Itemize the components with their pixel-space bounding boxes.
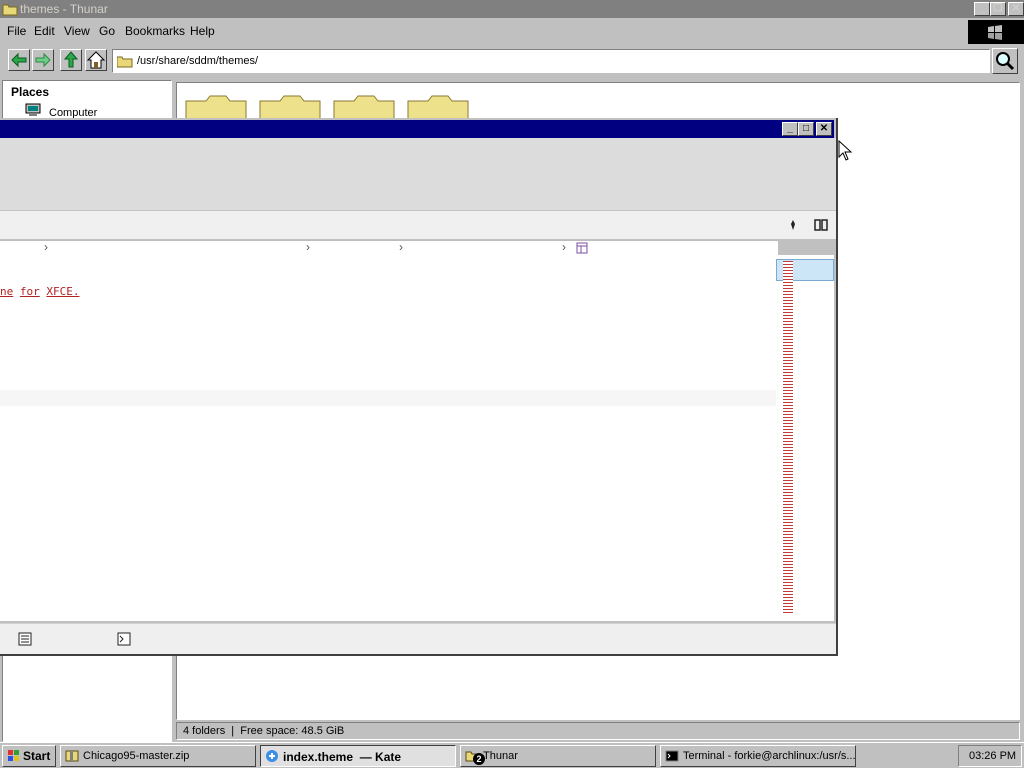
arrow-right-icon: [35, 52, 51, 68]
sidebar-heading-places: Places: [11, 85, 50, 99]
breadcrumb: › › › ›: [0, 240, 778, 255]
taskbar-item-label: Terminal - forkie@archlinux:/usr/s...: [683, 750, 856, 762]
thunar-title-bar[interactable]: themes - Thunar _ ❐ ✕: [0, 0, 1024, 18]
folder-icon[interactable]: [259, 95, 321, 119]
current-line-highlight: [0, 390, 776, 406]
pin-icon[interactable]: [788, 219, 798, 231]
status-bar: 4 folders | Free space: 48.5 GiB: [176, 722, 1020, 740]
menu-file[interactable]: File: [7, 24, 26, 38]
taskbar-item-thunar[interactable]: 2 Thunar: [460, 745, 656, 767]
code-token: ne: [0, 285, 14, 298]
editor-area[interactable]: ne for XFCE.: [0, 255, 776, 621]
folder-icon[interactable]: [407, 95, 469, 119]
taskbar-item-label: Thunar: [483, 750, 518, 762]
menu-go[interactable]: Go: [99, 24, 115, 38]
windows-logo: [968, 20, 1024, 44]
taskbar-item-terminal[interactable]: Terminal - forkie@archlinux:/usr/s...: [660, 745, 856, 767]
kate-window: _ □ ✕ › › › › ne for XFCE.: [0, 118, 838, 656]
close-button[interactable]: ✕: [1008, 2, 1024, 16]
menu-help[interactable]: Help: [190, 24, 215, 38]
folder-icon[interactable]: [333, 95, 395, 119]
minimap-content: [783, 261, 793, 615]
terminal-icon[interactable]: [117, 632, 131, 646]
computer-icon: [25, 103, 41, 116]
code-line: ne for XFCE.: [0, 285, 80, 298]
close-button[interactable]: ✕: [816, 122, 832, 136]
system-tray: 03:26 PM: [958, 745, 1022, 767]
thunar-window-title: themes - Thunar: [20, 2, 108, 16]
restore-button[interactable]: ❐: [990, 2, 1006, 16]
menu-edit[interactable]: Edit: [34, 24, 55, 38]
breadcrumb-separator-icon[interactable]: ›: [562, 240, 566, 254]
search-button[interactable]: [992, 48, 1018, 74]
code-token: XFCE.: [46, 285, 80, 298]
minimize-button[interactable]: _: [782, 122, 798, 136]
breadcrumb-separator-icon[interactable]: ›: [44, 240, 48, 254]
windows-flag-icon: [8, 750, 19, 761]
breadcrumb-separator-icon[interactable]: ›: [306, 240, 310, 254]
up-button[interactable]: [60, 49, 82, 71]
kate-toolbar: [0, 138, 836, 211]
start-button[interactable]: Start: [2, 745, 56, 767]
location-path: /usr/share/sddm/themes/: [137, 55, 259, 67]
kate-status-bar: [0, 623, 836, 654]
taskbar-item-chicago95[interactable]: Chicago95-master.zip: [60, 745, 256, 767]
back-button[interactable]: [8, 49, 30, 71]
status-text: 4 folders | Free space: 48.5 GiB: [183, 725, 345, 737]
code-token: for: [19, 285, 40, 298]
kate-icon: [266, 750, 278, 762]
maximize-button[interactable]: □: [798, 122, 814, 136]
split-view-icon[interactable]: [814, 219, 828, 231]
folder-icon[interactable]: [185, 95, 247, 119]
forward-button[interactable]: [32, 49, 54, 71]
folder-icon: [117, 56, 133, 68]
document-list-icon[interactable]: [18, 632, 32, 646]
minimize-button[interactable]: _: [974, 2, 990, 16]
terminal-icon: [665, 750, 679, 762]
document-icon[interactable]: [576, 242, 588, 254]
start-label: Start: [23, 749, 51, 763]
arrow-up-icon: [63, 51, 79, 68]
taskbar-item-label: index.theme — Kate: [283, 750, 402, 764]
taskbar-item-label: Chicago95-master.zip: [83, 750, 190, 762]
home-button[interactable]: [85, 49, 107, 71]
menu-bar: File Edit View Go Bookmarks Help: [0, 20, 968, 44]
kate-title-bar[interactable]: _ □ ✕: [0, 120, 834, 138]
kate-tab-bar: [0, 211, 836, 239]
minimap[interactable]: [776, 255, 834, 621]
folder-icon: [2, 4, 18, 16]
breadcrumb-separator-icon[interactable]: ›: [399, 240, 403, 254]
windows-flag-icon: [988, 25, 1002, 40]
archive-icon: [65, 750, 79, 762]
location-field[interactable]: /usr/share/sddm/themes/: [112, 49, 990, 73]
mouse-cursor-icon: [838, 140, 852, 161]
menu-view[interactable]: View: [64, 24, 90, 38]
search-icon: [996, 52, 1015, 71]
arrow-left-icon: [11, 52, 27, 68]
taskbar-item-kate[interactable]: index.theme — Kate: [260, 745, 456, 767]
taskbar: Start Chicago95-master.zip index.theme —…: [0, 742, 1024, 768]
clock[interactable]: 03:26 PM: [969, 750, 1016, 762]
menu-bookmarks[interactable]: Bookmarks: [125, 24, 185, 38]
home-icon: [86, 51, 106, 69]
